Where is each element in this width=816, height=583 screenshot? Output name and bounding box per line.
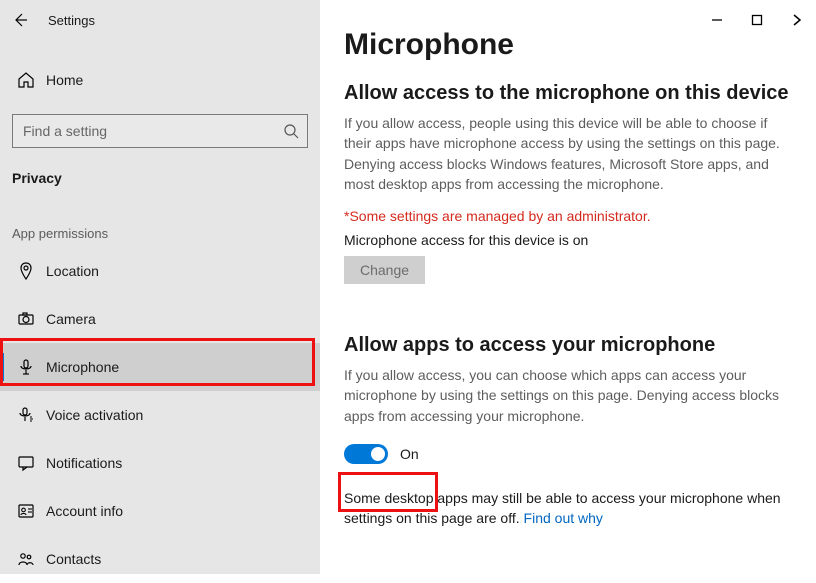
search-box[interactable] [12, 114, 308, 148]
sidebar-group-header: App permissions [12, 226, 308, 241]
camera-icon [12, 310, 40, 328]
section1-desc: If you allow access, people using this d… [344, 113, 784, 194]
sidebar-item-label: Notifications [40, 455, 122, 471]
sidebar-home-label: Home [40, 72, 83, 88]
microphone-icon [12, 358, 40, 376]
window-title: Settings [40, 13, 95, 28]
sidebar-item-notifications[interactable]: Notifications [0, 439, 320, 487]
main-content: Microphone Allow access to the microphon… [320, 0, 816, 574]
sidebar-item-label: Camera [40, 311, 96, 327]
back-button[interactable] [0, 0, 40, 40]
account-info-icon [12, 502, 40, 520]
sidebar-item-microphone[interactable]: Microphone [0, 343, 320, 391]
sidebar-item-location[interactable]: Location [0, 247, 320, 295]
sidebar-item-voice-activation[interactable]: Voice activation [0, 391, 320, 439]
search-icon [283, 123, 299, 139]
apps-access-toggle-label: On [400, 446, 419, 462]
sidebar-item-label: Microphone [40, 359, 119, 375]
sidebar-item-label: Account info [40, 503, 123, 519]
change-button[interactable]: Change [344, 256, 425, 284]
window-controls [708, 6, 816, 34]
section2-desc: If you allow access, you can choose whic… [344, 365, 784, 426]
apps-access-toggle[interactable] [344, 444, 388, 464]
minimize-button[interactable] [708, 11, 726, 29]
device-access-status: Microphone access for this device is on [344, 232, 792, 248]
apps-access-toggle-row: On [344, 444, 792, 464]
sidebar: Settings Home Privacy App permissions Lo… [0, 0, 320, 574]
sidebar-item-label: Location [40, 263, 99, 279]
sidebar-item-camera[interactable]: Camera [0, 295, 320, 343]
sidebar-item-label: Voice activation [40, 407, 143, 423]
find-out-why-link[interactable]: Find out why [524, 510, 603, 526]
search-input[interactable] [21, 122, 283, 140]
contacts-icon [12, 550, 40, 568]
sidebar-item-contacts[interactable]: Contacts [0, 535, 320, 583]
sidebar-item-label: Contacts [40, 551, 101, 567]
location-icon [12, 262, 40, 280]
maximize-button[interactable] [748, 11, 766, 29]
sidebar-section-label: Privacy [12, 170, 308, 186]
back-arrow-icon [12, 12, 28, 28]
section2-heading: Allow apps to access your microphone [344, 334, 792, 357]
sidebar-home[interactable]: Home [12, 60, 308, 100]
admin-note: *Some settings are managed by an adminis… [344, 208, 792, 224]
desktop-apps-note: Some desktop apps may still be able to a… [344, 488, 784, 529]
voice-activation-icon [12, 406, 40, 424]
sidebar-topbar: Settings [0, 0, 320, 40]
next-button[interactable] [788, 11, 806, 29]
notifications-icon [12, 454, 40, 472]
sidebar-item-account-info[interactable]: Account info [0, 487, 320, 535]
section1-heading: Allow access to the microphone on this d… [344, 82, 792, 105]
home-icon [12, 71, 40, 89]
